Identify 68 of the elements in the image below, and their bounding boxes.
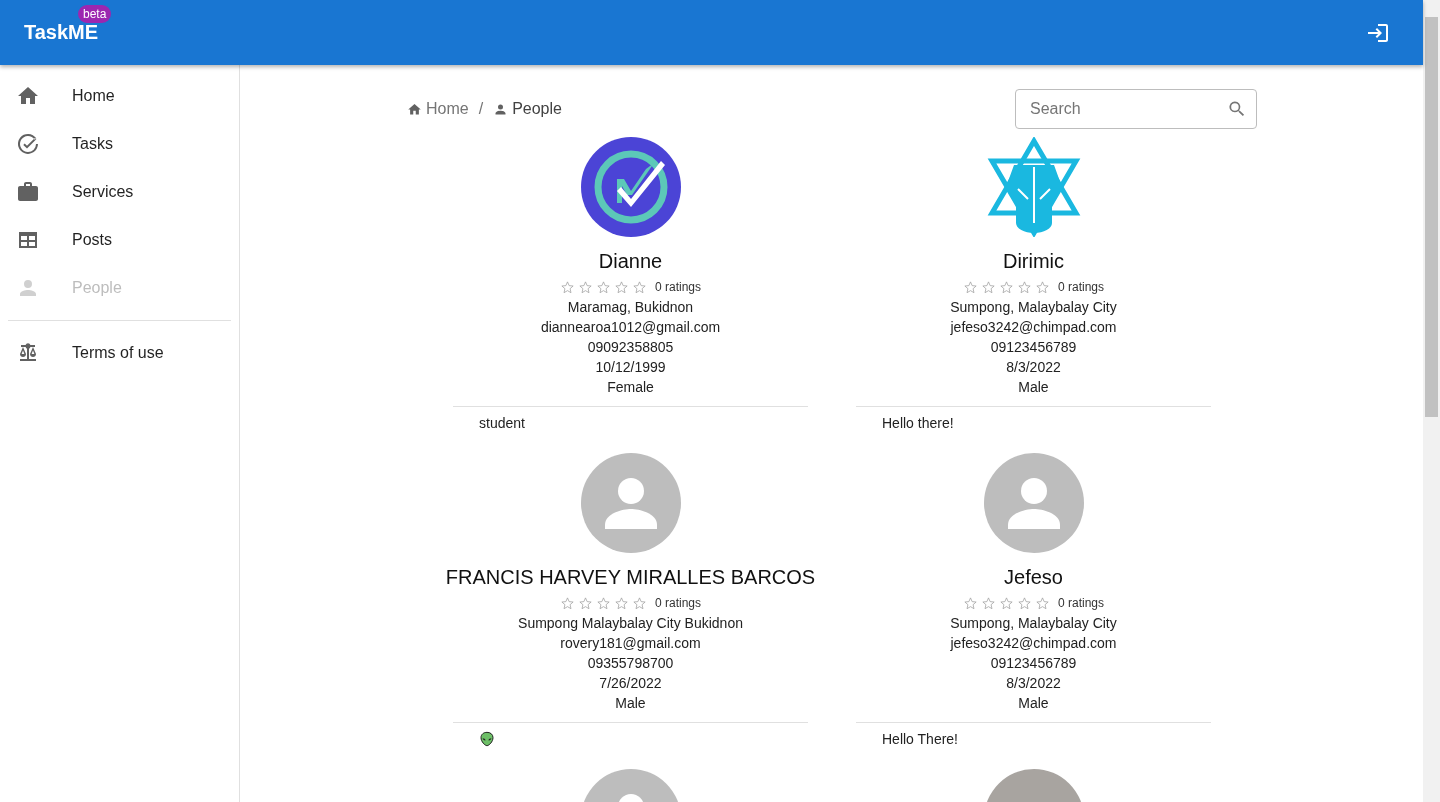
person-name: Dirimic [1002, 250, 1065, 273]
sidebar-item[interactable]: Terms of use [0, 329, 239, 377]
person-detail: 7/26/2022 [599, 674, 662, 693]
person-bio: student [479, 415, 525, 431]
person-detail: Sumpong Malaybalay City Bukidnon [518, 614, 743, 633]
beta-badge: beta [78, 5, 112, 23]
sidebar-item[interactable]: Tasks [0, 120, 239, 168]
star-icon [578, 279, 593, 295]
star-icon [560, 279, 575, 295]
person-detail: Female [607, 378, 654, 397]
person-detail: Male [615, 694, 646, 713]
breadcrumb-separator: / [478, 100, 484, 118]
person-detail: 09092358805 [587, 338, 674, 357]
person-detail: 09123456789 [990, 654, 1077, 673]
scrollbar-thumb[interactable] [1425, 17, 1438, 417]
search-field[interactable]: Search [1015, 89, 1257, 129]
star-icon [632, 279, 647, 295]
person-detail: jefeso3242@chimpad.com [950, 318, 1117, 337]
search-icon[interactable] [1227, 99, 1247, 119]
person-detail: jefeso3242@chimpad.com [950, 634, 1117, 653]
star-icon [1017, 279, 1032, 295]
star-icon [560, 595, 575, 611]
star-icon [963, 279, 978, 295]
star-icon [578, 595, 593, 611]
person-detail: Male [1018, 694, 1049, 713]
person-name: FRANCIS HARVEY MIRALLES BARCOS [445, 566, 816, 589]
person-detail: diannearoa1012@gmail.com [540, 318, 721, 337]
star-icon [632, 595, 647, 611]
ratings-count: 0 ratings [1058, 596, 1104, 610]
star-icon [981, 279, 996, 295]
sidebar-item[interactable]: Services [0, 168, 239, 216]
person-detail: 09355798700 [587, 654, 674, 673]
ratings-count: 0 ratings [1058, 280, 1104, 294]
app-title[interactable]: TaskME [24, 21, 99, 43]
person-detail: Sumpong, Malaybalay City [950, 614, 1117, 633]
person-detail: 8/3/2022 [1006, 358, 1061, 377]
person-detail: 8/3/2022 [1006, 674, 1061, 693]
star-icon [999, 279, 1014, 295]
star-icon [963, 595, 978, 611]
star-icon [999, 595, 1014, 611]
star-icon [981, 595, 996, 611]
scrollbar[interactable] [1423, 0, 1440, 802]
person-bio: Hello There! [882, 731, 958, 747]
person-detail: Male [1018, 378, 1049, 397]
person-detail: 10/12/1999 [595, 358, 666, 377]
star-icon [596, 595, 611, 611]
person-detail: Maramag, Bukidnon [567, 298, 694, 317]
ratings-count: 0 ratings [655, 280, 701, 294]
alien-icon [479, 731, 495, 747]
home-icon [407, 101, 422, 117]
star-icon [1035, 595, 1050, 611]
person-detail: Sumpong, Malaybalay City [950, 298, 1117, 317]
person-detail: 09123456789 [990, 338, 1077, 357]
star-icon [614, 595, 629, 611]
star-icon [1035, 279, 1050, 295]
ratings-count: 0 ratings [655, 596, 701, 610]
breadcrumb-link[interactable]: Home [426, 100, 469, 118]
star-icon [1017, 595, 1032, 611]
person-detail: rovery181@gmail.com [560, 634, 701, 653]
briefcase-icon [16, 180, 40, 204]
person-bio: Hello there! [882, 415, 954, 431]
sidebar-item[interactable]: Posts [0, 216, 239, 264]
person-name: Jefeso [1004, 566, 1063, 589]
star-icon [596, 279, 611, 295]
breadcrumb-link[interactable]: People [512, 100, 562, 118]
sidebar-item[interactable]: Home [0, 72, 239, 120]
star-icon [614, 279, 629, 295]
person-name: Dianne [598, 250, 663, 273]
